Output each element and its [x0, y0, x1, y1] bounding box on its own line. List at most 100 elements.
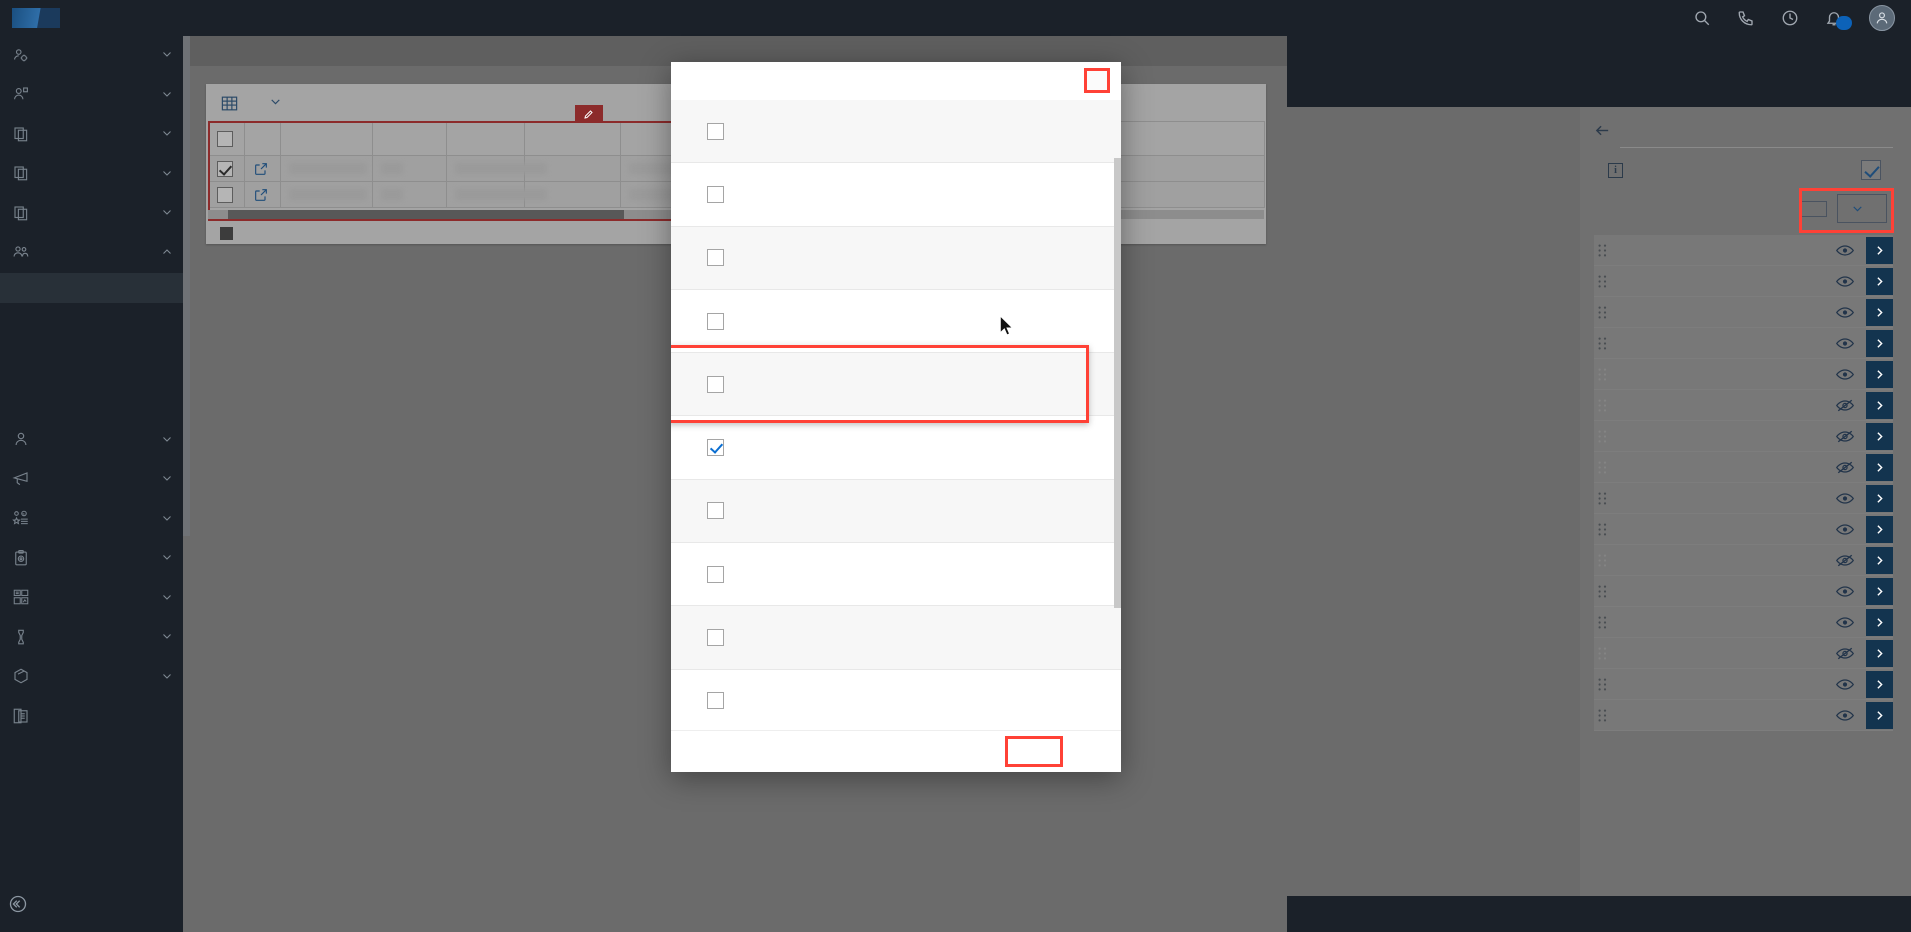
history-icon[interactable]: [1781, 9, 1799, 27]
field-detail-button[interactable]: [1866, 329, 1893, 357]
field-detail-button[interactable]: [1866, 701, 1893, 729]
field-option-row[interactable]: [671, 669, 1121, 730]
drag-handle-icon[interactable]: [1594, 337, 1614, 350]
field-detail-button[interactable]: [1866, 422, 1893, 450]
field-option-row[interactable]: [671, 543, 1121, 607]
field-row[interactable]: [1594, 576, 1893, 607]
drag-handle-icon[interactable]: [1594, 678, 1614, 691]
col-additional-name-2[interactable]: [524, 121, 621, 156]
sidebar-item-organizational-man[interactable]: [0, 194, 183, 234]
field-row[interactable]: [1594, 514, 1893, 545]
row-checkbox[interactable]: [217, 160, 233, 177]
field-option-checkbox[interactable]: [707, 565, 724, 583]
field-detail-button[interactable]: [1866, 391, 1893, 419]
eye-icon[interactable]: [1830, 306, 1860, 319]
chevron-down-icon[interactable]: [161, 206, 183, 221]
drag-handle-icon[interactable]: [1594, 306, 1614, 319]
sidebar-item-competitors[interactable]: [0, 618, 183, 658]
field-row[interactable]: [1594, 421, 1893, 452]
eye-icon[interactable]: [1830, 616, 1860, 629]
open-external-icon[interactable]: [253, 161, 269, 177]
field-option-row[interactable]: [671, 479, 1121, 544]
eye-icon[interactable]: [1830, 585, 1860, 598]
chevron-down-icon[interactable]: [161, 472, 183, 487]
field-option-row[interactable]: [671, 353, 1121, 417]
drag-handle-icon[interactable]: [1594, 709, 1614, 722]
phone-icon[interactable]: [1737, 9, 1755, 27]
row-select-cell[interactable]: [208, 155, 245, 182]
select-all-cell[interactable]: [208, 121, 245, 156]
field-row[interactable]: [1594, 700, 1893, 731]
row-open-cell[interactable]: [244, 181, 281, 208]
bell-icon[interactable]: [1825, 9, 1852, 30]
sidebar-item-customers[interactable]: [0, 234, 183, 274]
field-detail-button[interactable]: [1866, 546, 1893, 574]
sidebar-item-people[interactable]: [0, 421, 183, 461]
drag-handle-icon[interactable]: [1594, 399, 1614, 412]
field-option-checkbox[interactable]: [707, 312, 724, 330]
chevron-down-icon[interactable]: [161, 88, 183, 103]
field-detail-button[interactable]: [1866, 515, 1893, 543]
eye-off-icon[interactable]: [1830, 399, 1860, 412]
field-detail-button[interactable]: [1866, 670, 1893, 698]
sort-and-group-by-button[interactable]: [1799, 200, 1827, 217]
field-option-row[interactable]: [671, 226, 1121, 290]
eye-icon[interactable]: [1830, 275, 1860, 288]
chevron-down-icon[interactable]: [161, 167, 183, 182]
col-address[interactable]: [372, 121, 447, 156]
chevron-down-icon[interactable]: [161, 551, 183, 566]
field-row[interactable]: [1594, 328, 1893, 359]
field-option-checkbox[interactable]: [707, 439, 724, 457]
enable-editing-checkbox[interactable]: [1861, 160, 1881, 180]
drag-handle-icon[interactable]: [1594, 368, 1614, 381]
field-detail-button[interactable]: [1866, 360, 1893, 388]
field-detail-button[interactable]: [1866, 236, 1893, 264]
sidebar-item-business-partners[interactable]: [0, 76, 183, 116]
sidebar-subitem-account-hierarchy[interactable]: [0, 391, 183, 421]
sidebar-subitem-target-groups[interactable]: [0, 362, 183, 392]
field-option-checkbox[interactable]: [707, 122, 724, 140]
field-row[interactable]: [1594, 297, 1893, 328]
sidebar-subitem-accounts[interactable]: [0, 273, 183, 303]
field-option-list[interactable]: [671, 100, 1121, 730]
field-detail-button[interactable]: [1866, 484, 1893, 512]
open-external-icon[interactable]: [253, 187, 269, 203]
field-option-checkbox[interactable]: [707, 502, 724, 520]
row-checkbox[interactable]: [217, 186, 233, 203]
drag-handle-icon[interactable]: [1594, 523, 1614, 536]
field-row[interactable]: [1594, 235, 1893, 266]
field-option-checkbox[interactable]: [707, 185, 724, 203]
field-detail-button[interactable]: [1866, 298, 1893, 326]
search-icon[interactable]: [1693, 9, 1711, 27]
eye-icon[interactable]: [1830, 244, 1860, 257]
eye-icon[interactable]: [1830, 523, 1860, 536]
chevron-down-icon[interactable]: [161, 512, 183, 527]
chevron-up-icon[interactable]: [161, 246, 183, 261]
eye-off-icon[interactable]: [1830, 430, 1860, 443]
field-option-row[interactable]: [671, 163, 1121, 227]
field-option-checkbox[interactable]: [707, 375, 724, 393]
back-arrow-icon[interactable]: [1594, 122, 1611, 139]
sidebar-item-analysis[interactable]: [0, 579, 183, 619]
field-detail-button[interactable]: [1866, 639, 1893, 667]
sidebar-item-service-entitlements[interactable]: [0, 155, 183, 195]
sidebar-scrollbar[interactable]: [183, 36, 190, 536]
apply-button[interactable]: [860, 747, 884, 757]
chevron-down-icon[interactable]: [161, 591, 183, 606]
col-name[interactable]: [446, 121, 525, 156]
drag-handle-icon[interactable]: [1594, 244, 1614, 257]
field-row[interactable]: [1594, 390, 1893, 421]
field-detail-button[interactable]: [1866, 267, 1893, 295]
field-row[interactable]: [1594, 483, 1893, 514]
drag-handle-icon[interactable]: [1594, 275, 1614, 288]
info-icon[interactable]: i: [1608, 162, 1623, 178]
chevron-down-icon[interactable]: [161, 48, 183, 63]
eye-icon[interactable]: [1830, 337, 1860, 350]
avatar[interactable]: [1869, 5, 1895, 31]
field-option-checkbox[interactable]: [707, 249, 724, 267]
sidebar-item-products[interactable]: [0, 658, 183, 698]
eye-off-icon[interactable]: [1830, 554, 1860, 567]
edit-pencil-badge[interactable]: [575, 105, 603, 123]
field-row[interactable]: [1594, 359, 1893, 390]
chevron-down-icon[interactable]: [161, 433, 183, 448]
